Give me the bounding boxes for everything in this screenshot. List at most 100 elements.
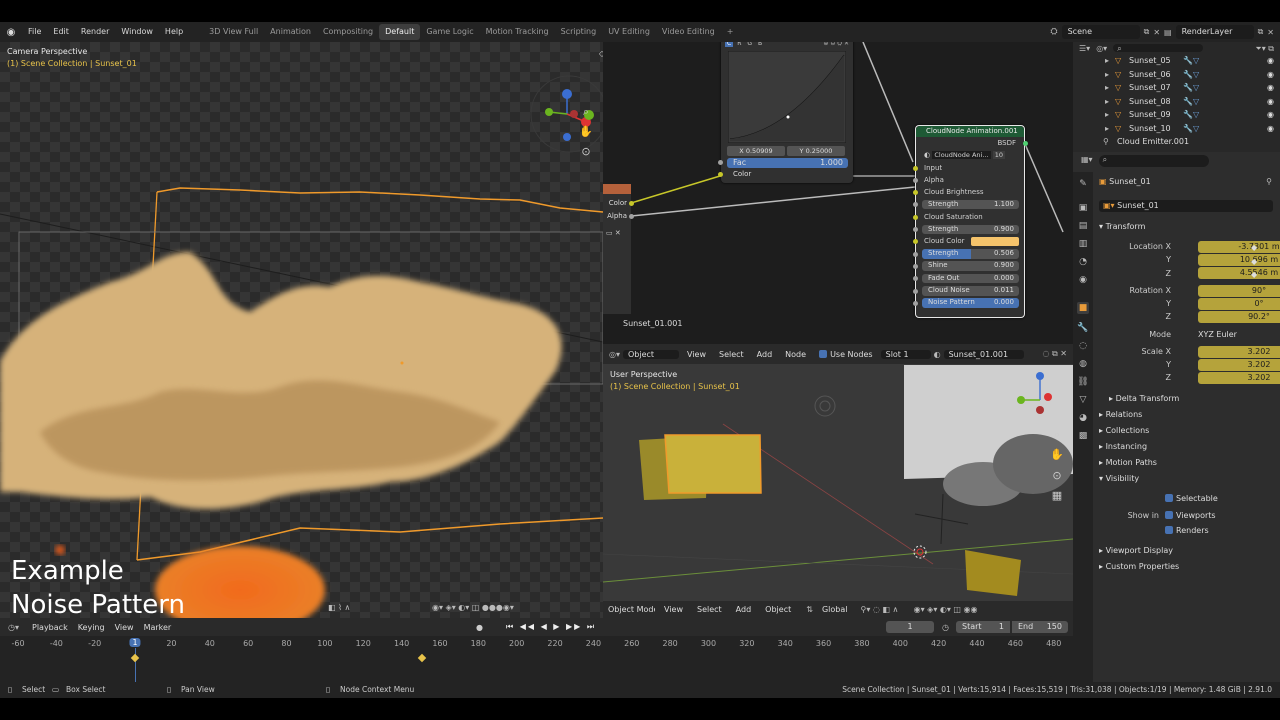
end-frame-field[interactable]: End 150 [1012, 621, 1068, 633]
viewport-display-header[interactable]: ▸ Viewport Display [1099, 546, 1173, 555]
fac-slider[interactable]: Fac 1.000 [727, 158, 848, 168]
properties-editor-icon[interactable]: ▦▾ [1081, 155, 1093, 167]
outliner-item[interactable]: ▸ ▽ Sunset_10 🔧▽ ◉ [1073, 122, 1280, 136]
collections-header[interactable]: ▸ Collections [1099, 426, 1149, 435]
curve-y-readout[interactable]: Y 0.25000 [787, 146, 845, 156]
modifier-icons[interactable]: 🔧▽ [1183, 108, 1199, 122]
3d-menu-select[interactable]: Select [692, 605, 727, 614]
modifier-icons[interactable]: 🔧▽ [1183, 68, 1199, 82]
menu-window[interactable]: Window [115, 22, 159, 42]
3d-camera-icon[interactable]: ⊙ [1049, 468, 1065, 484]
timeline-area[interactable]: -60 -40 -20 1 20 40 60 80 100 120 140 160 180 200 220 2… [0, 636, 1073, 682]
material-tools-icon[interactable]: ◌ ⧉ ✕ [1043, 349, 1067, 359]
pan-hand-icon[interactable]: ✋ [578, 124, 594, 140]
menu-render[interactable]: Render [75, 22, 115, 42]
renders-checkbox[interactable]: Renders [1165, 526, 1209, 535]
scene-field[interactable]: Scene [1061, 25, 1140, 39]
expand-arrow-icon[interactable]: ▸ [1105, 81, 1109, 95]
location-y-field[interactable]: 10.696 m [1198, 254, 1280, 266]
3d-header-tools-icon[interactable]: ⚲▾ ◌ ◧ ∧ ◉▾ ◈▾ ◐▾ ◫ ◉◉ [860, 605, 977, 614]
socket-alpha-in[interactable] [913, 177, 918, 183]
cloud-color-swatch[interactable] [971, 237, 1019, 247]
particles-tab-icon[interactable]: ◌ [1077, 340, 1089, 352]
tab-scripting[interactable]: Scripting [555, 22, 603, 42]
location-x-field[interactable]: -3.7301 m [1198, 241, 1280, 253]
timeline-editor-icon[interactable]: ◷▾ [8, 623, 19, 632]
collapse-arrow-icon[interactable]: ◇ [594, 46, 603, 62]
custom-properties-header[interactable]: ▸ Custom Properties [1099, 562, 1179, 571]
expand-arrow-icon[interactable]: ▸ [1105, 68, 1109, 82]
object-tab-icon[interactable]: ■ [1077, 302, 1089, 314]
viewports-checkbox[interactable]: Viewports [1165, 511, 1216, 520]
playback-controls[interactable]: ⏮ ◀◀ ◀ ▶ ▶▶ ⏭ [506, 622, 596, 632]
expand-arrow-icon[interactable]: ▸ [1105, 54, 1109, 68]
cam-snap-icon[interactable]: ◧ ⌇ ∧ [328, 603, 350, 612]
slot-dropdown[interactable]: Slot 1 [880, 349, 931, 359]
outliner-item[interactable]: ▸ ▽ Sunset_09 🔧▽ ◉ [1073, 108, 1280, 122]
socket-cloud-brightness[interactable] [913, 190, 918, 196]
location-z-field[interactable]: 4.5546 m [1198, 267, 1280, 279]
selectable-checkbox[interactable]: Selectable [1165, 494, 1218, 503]
instancing-header[interactable]: ▸ Instancing [1099, 442, 1147, 451]
tab-compositing[interactable]: Compositing [317, 22, 379, 42]
menu-help[interactable]: Help [159, 22, 189, 42]
render-layer-field[interactable]: RenderLayer [1175, 25, 1254, 39]
add-workspace-icon[interactable]: + [721, 22, 740, 42]
object-name-field[interactable]: ▣▾ Sunset_01 [1099, 200, 1273, 212]
eye-icon[interactable]: ◉ [1267, 54, 1274, 68]
tab-motion-tracking[interactable]: Motion Tracking [480, 22, 555, 42]
close-scene-icon[interactable]: ✕ [1153, 28, 1160, 37]
camera-view-icon[interactable]: ⊙ [578, 144, 594, 160]
modifier-icons[interactable]: 🔧▽ [1183, 95, 1199, 109]
left-node-partial[interactable]: Color Alpha ▭ ✕ [603, 184, 634, 314]
scale-x-field[interactable]: 3.202 [1198, 346, 1280, 358]
socket-alpha-out[interactable] [629, 214, 634, 219]
outliner-filter-icon[interactable]: ⏷▾ ⧉ [1255, 44, 1274, 53]
group-users[interactable]: 10 [992, 151, 1006, 160]
socket-bsdf-out[interactable] [1023, 141, 1028, 146]
outliner-search-icon[interactable]: ⌕ [1113, 44, 1204, 53]
menu-edit[interactable]: Edit [47, 22, 75, 42]
visibility-header[interactable]: ▾ Visibility [1099, 474, 1139, 483]
modifier-icons[interactable]: 🔧▽ [1183, 54, 1199, 68]
strength2-slider[interactable]: Strength 0.900 [922, 224, 1019, 235]
object-mode-dropdown[interactable]: Object Mode [603, 605, 655, 614]
eye-icon[interactable]: ◉ [1267, 122, 1274, 136]
copy-scene-icon[interactable]: ⧉ [1144, 27, 1150, 37]
close-layer-icon[interactable]: ✕ [1267, 28, 1274, 37]
fade-out-slider[interactable]: Fade Out 0.000 [922, 273, 1019, 284]
outliner-editor-icon[interactable]: ☰▾ [1079, 44, 1090, 53]
rotation-mode-dropdown[interactable]: XYZ Euler [1198, 329, 1280, 341]
socket-strength1[interactable] [913, 202, 918, 208]
physics-tab-icon[interactable]: ◍ [1077, 358, 1089, 370]
timeline-keying-menu[interactable]: Keying [73, 623, 110, 632]
socket-strength2[interactable] [913, 227, 918, 233]
socket-cloud-noise[interactable] [913, 288, 918, 294]
constraints-tab-icon[interactable]: ⛓ [1077, 376, 1089, 388]
tool-tab-icon[interactable]: ✎ [1077, 178, 1089, 190]
eye-icon[interactable]: ◉ [1267, 81, 1274, 95]
clock-icon[interactable]: ◷ [942, 623, 949, 632]
start-frame-field[interactable]: Start 1 [956, 621, 1010, 633]
cloud-node-title[interactable]: CloudNode Animation.001 [916, 126, 1024, 137]
socket-cloud-color[interactable] [913, 239, 918, 245]
socket-color-out[interactable] [629, 201, 634, 206]
use-nodes-checkbox[interactable]: Use Nodes [814, 349, 878, 359]
tab-animation[interactable]: Animation [264, 22, 317, 42]
material-tab-icon[interactable]: ◕ [1077, 412, 1089, 424]
keyframe-diamonds[interactable]: ◆ ◆ ◆ [1251, 241, 1257, 282]
cloud-node-group[interactable]: CloudNode Animation.001 BSDF ◐ CloudNode… [913, 125, 1028, 318]
scene-tab-icon[interactable]: ◔ [1077, 256, 1089, 268]
current-frame-indicator[interactable]: 1 [129, 638, 141, 647]
3d-pan-hand-icon[interactable]: ✋ [1049, 447, 1065, 463]
tab-video-editing[interactable]: Video Editing [656, 22, 721, 42]
outliner[interactable]: ☰▾ ◎▾ ⌕ ⏷▾ ⧉ ▸ ▽ Sunset_05 🔧▽ ◉ ▸ ▽ Sunset_06 🔧▽… [1073, 42, 1280, 152]
node-editor[interactable]: Color Alpha ▭ ✕ C R G B ⊕ ⊖ ⛭ ✕ X 0.5090… [603, 42, 1073, 344]
strength1-slider[interactable]: Strength 1.100 [922, 199, 1019, 210]
outliner-item[interactable]: ▸ ▽ Sunset_05 🔧▽ ◉ [1073, 54, 1280, 68]
3d-menu-view[interactable]: View [659, 605, 688, 614]
socket-strength3[interactable] [913, 251, 918, 257]
3d-grid-icon[interactable]: ▦ [1049, 488, 1065, 504]
view-layer-tab-icon[interactable]: ▥ [1077, 238, 1089, 250]
editor-type-icon[interactable]: ◎▾ [609, 350, 620, 359]
